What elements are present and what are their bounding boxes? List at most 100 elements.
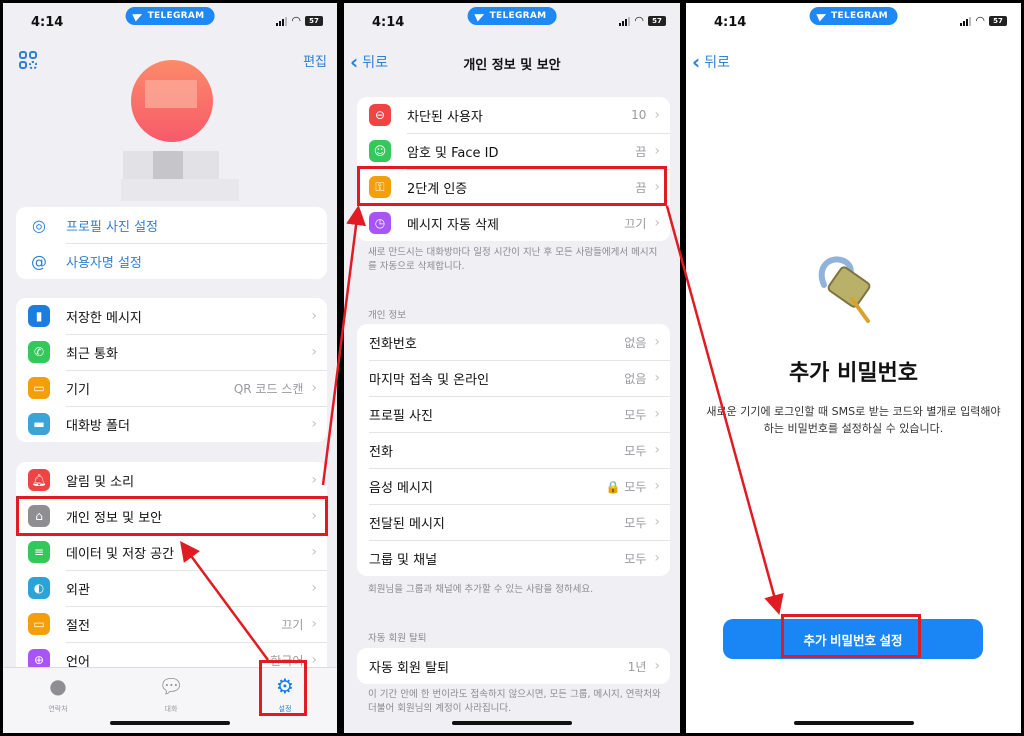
edit-button[interactable]: 편집	[303, 51, 327, 70]
telegram-plane-icon	[132, 10, 144, 22]
chevron-right-icon: ›	[654, 658, 660, 674]
chevron-right-icon: ›	[654, 334, 660, 350]
battery-icon: 57	[648, 16, 666, 26]
page-title: 추가 비밀번호	[788, 361, 919, 386]
tab-label: 연락처	[48, 705, 68, 713]
set-additional-password-button[interactable]: 추가 비밀번호 설정	[723, 619, 983, 659]
telegram-pill[interactable]: TELEGRAM	[809, 7, 898, 25]
profile-handle-blurred	[121, 179, 239, 201]
privacy-item-last-seen[interactable]: 마지막 접속 및 온라인 없음 ›	[357, 360, 670, 396]
settings-item-saved-messages[interactable]: ▮ 저장한 메시지 ›	[16, 298, 327, 334]
profile-name-blurred-center	[153, 151, 183, 179]
settings-item-data-storage[interactable]: ≡ 데이터 및 저장 공간 ›	[16, 534, 327, 570]
tab-label: 대화	[164, 705, 178, 713]
wifi-icon: ◠	[975, 14, 985, 27]
auto-delete-group: 자동 회원 탈퇴 1년 ›	[357, 648, 670, 684]
auto-delete-section-header: 자동 회원 탈퇴	[368, 633, 427, 644]
chevron-right-icon: ›	[311, 652, 317, 668]
nav-bar: ‹ 뒤로 개인 정보 및 보안	[344, 47, 680, 77]
auto-delete-account-item[interactable]: 자동 회원 탈퇴 1년 ›	[357, 648, 670, 684]
security-item-passcode-faceid[interactable]: ☺ 암호 및 Face ID 끔 ›	[357, 133, 670, 169]
item-value: 1년	[627, 659, 647, 674]
chevron-right-icon: ›	[311, 616, 317, 632]
security-group: ⊖ 차단된 사용자 10 › ☺ 암호 및 Face ID 끔 › ⚿ 2단계 …	[357, 97, 670, 241]
signal-icon	[619, 16, 631, 26]
phone-icon: ✆	[28, 341, 50, 363]
item-value: 한국어	[270, 653, 304, 668]
qr-code-icon[interactable]	[19, 51, 37, 69]
item-label: 저장한 메시지	[66, 310, 142, 326]
privacy-item-voice-messages[interactable]: 음성 메시지 🔒 모두 ›	[357, 468, 670, 504]
item-value: 끄기	[281, 617, 304, 632]
home-indicator	[793, 721, 914, 725]
settings-item-appearance[interactable]: ◐ 외관 ›	[16, 570, 327, 606]
item-value: 끄기	[624, 216, 647, 231]
settings-item-recent-calls[interactable]: ✆ 최근 통화 ›	[16, 334, 327, 370]
battery-icon: 57	[305, 16, 323, 26]
item-value: QR 코드 스캔	[233, 381, 304, 396]
tab-settings[interactable]: ⚙ 설정	[255, 674, 315, 714]
settings-group-2: 🔔︎ 알림 및 소리 › ⌂ 개인 정보 및 보안 › ≡ 데이터 및 저장 공…	[16, 462, 327, 678]
wifi-icon: ◠	[291, 14, 301, 27]
chats-icon: 💬︎	[158, 674, 184, 698]
privacy-item-groups-channels[interactable]: 그룹 및 채널 모두 ›	[357, 540, 670, 576]
at-sign-add-icon: @	[31, 251, 47, 271]
telegram-pill-label: TELEGRAM	[831, 11, 888, 21]
devices-icon: ▭	[28, 377, 50, 399]
security-caption: 새로 만드시는 대화방마다 일정 시간이 지난 후 모든 사람들에게서 메시지를…	[368, 247, 658, 272]
item-value: 모두	[624, 407, 647, 422]
security-item-auto-delete-messages[interactable]: ◷ 메시지 자동 삭제 끄기 ›	[357, 205, 670, 241]
chevron-right-icon: ›	[311, 380, 317, 396]
settings-item-power-saving[interactable]: ▭ 절전 끄기 ›	[16, 606, 327, 642]
camera-add-icon: ◎	[32, 215, 46, 235]
back-button[interactable]: ‹ 뒤로	[692, 52, 730, 72]
chevron-right-icon: ›	[654, 550, 660, 566]
faceid-icon: ☺	[369, 140, 391, 162]
privacy-section-header: 개인 정보	[368, 310, 406, 321]
settings-item-chat-folders[interactable]: ▬ 대화방 폴더 ›	[16, 406, 327, 442]
status-bar: 4:14 TELEGRAM ◠ 57	[344, 3, 680, 39]
privacy-item-profile-photo[interactable]: 프로필 사진 모두 ›	[357, 396, 670, 432]
item-value: 모두	[624, 515, 647, 530]
lock-icon: ⌂	[28, 505, 50, 527]
avatar[interactable]	[131, 60, 213, 142]
key-icon: ⚿	[369, 176, 391, 198]
privacy-item-phone-number[interactable]: 전화번호 없음 ›	[357, 324, 670, 360]
tab-chats[interactable]: 💬︎ 대화	[141, 674, 201, 714]
system-icons: ◠ 57	[960, 14, 1007, 27]
home-indicator	[110, 721, 230, 725]
timer-icon: ◷	[369, 212, 391, 234]
chevron-right-icon: ›	[654, 478, 660, 494]
item-label: 2단계 인증	[407, 181, 468, 197]
set-username-button[interactable]: @ 사용자명 설정	[16, 243, 327, 279]
status-time: 4:14	[714, 15, 747, 30]
set-profile-photo-button[interactable]: ◎ 프로필 사진 설정	[16, 207, 327, 243]
tab-contacts[interactable]: ● 연락처	[28, 674, 88, 714]
folder-icon: ▬	[28, 413, 50, 435]
item-label: 기기	[66, 382, 90, 398]
item-label: 전달된 메시지	[369, 516, 445, 532]
security-item-blocked-users[interactable]: ⊖ 차단된 사용자 10 ›	[357, 97, 670, 133]
back-label: 뒤로	[704, 55, 731, 71]
telegram-plane-icon	[474, 10, 486, 22]
auto-delete-caption: 이 기간 안에 한 번이라도 접속하지 않으시면, 모든 그룹, 메시지, 연락…	[368, 689, 661, 714]
settings-item-notifications[interactable]: 🔔︎ 알림 및 소리 ›	[16, 462, 327, 498]
privacy-security-screen: 4:14 TELEGRAM ◠ 57 ‹ 뒤로 개인 정보 및 보안 ⊖ 차단된 …	[344, 3, 680, 733]
telegram-pill-label: TELEGRAM	[489, 11, 547, 21]
avatar-blur	[145, 80, 197, 108]
telegram-pill[interactable]: TELEGRAM	[467, 7, 557, 25]
system-icons: ◠ 57	[276, 14, 323, 27]
item-label: 음성 메시지	[369, 480, 433, 496]
chevron-left-icon: ‹	[692, 50, 701, 74]
blocked-icon: ⊖	[369, 104, 391, 126]
security-item-two-step-verification[interactable]: ⚿ 2단계 인증 끔 ›	[357, 169, 670, 205]
telegram-plane-icon	[815, 10, 828, 22]
telegram-pill[interactable]: TELEGRAM	[125, 7, 215, 25]
privacy-item-forwarded-messages[interactable]: 전달된 메시지 모두 ›	[357, 504, 670, 540]
settings-item-devices[interactable]: ▭ 기기 QR 코드 스캔 ›	[16, 370, 327, 406]
chevron-right-icon: ›	[654, 215, 660, 231]
privacy-item-calls[interactable]: 전화 모두 ›	[357, 432, 670, 468]
contacts-icon: ●	[49, 674, 67, 698]
chevron-right-icon: ›	[311, 416, 317, 432]
settings-item-privacy-security[interactable]: ⌂ 개인 정보 및 보안 ›	[16, 498, 327, 534]
